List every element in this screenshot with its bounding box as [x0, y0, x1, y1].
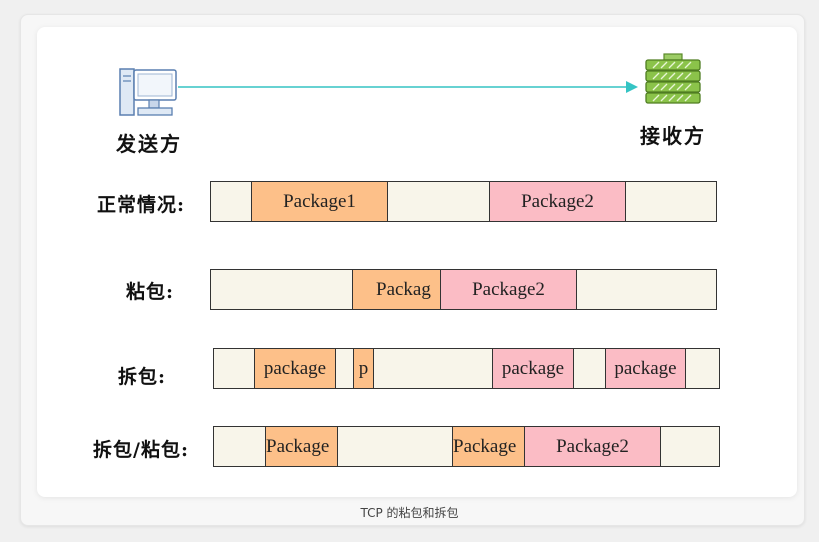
stream-bar-sticky: Packag Package2	[210, 269, 717, 310]
packet-segment: package	[492, 349, 574, 388]
transmission-arrow	[178, 81, 638, 93]
row-label-split-sticky: 拆包/粘包:	[93, 439, 189, 461]
stream-bar-split-sticky: Package Package Package2	[213, 426, 720, 467]
packet-segment: Package2	[440, 270, 577, 309]
packet-segment: package	[605, 349, 686, 388]
packet-segment: Package2	[524, 427, 661, 466]
server-icon	[645, 53, 701, 104]
packet-segment: Package	[452, 427, 525, 466]
packet-segment: Packag	[352, 270, 441, 309]
stream-bar-normal: Package1 Package2	[210, 181, 717, 222]
packet-segment: Package1	[251, 182, 388, 221]
packet-segment: Package	[265, 427, 338, 466]
sender-label: 发送方	[116, 132, 182, 156]
row-label-split: 拆包:	[117, 366, 166, 388]
stream-bar-split: package p package package	[213, 348, 720, 389]
receiver-label: 接收方	[640, 124, 706, 148]
row-label-sticky: 粘包:	[125, 281, 174, 303]
row-label-normal: 正常情况:	[96, 194, 185, 216]
packet-segment: p	[353, 349, 374, 388]
packet-segment: package	[254, 349, 336, 388]
figure-caption: TCP 的粘包和拆包	[360, 506, 459, 520]
computer-icon	[119, 68, 177, 116]
packet-segment: Package2	[489, 182, 626, 221]
